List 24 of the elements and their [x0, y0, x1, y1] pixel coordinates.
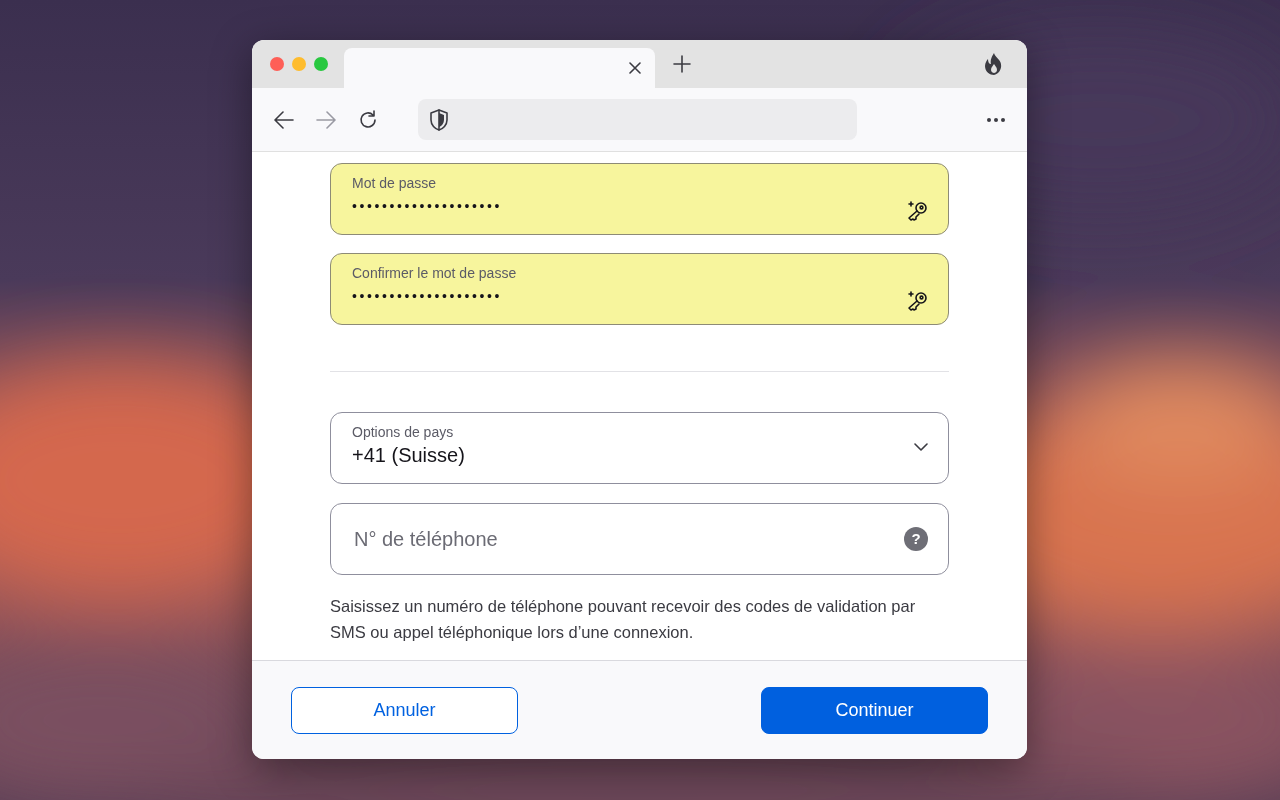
field-label: Options de pays — [352, 423, 455, 442]
password-value: •••••••••••••••••••• — [352, 197, 503, 217]
shield-icon — [428, 107, 450, 132]
continue-button[interactable]: Continuer — [761, 686, 988, 734]
new-tab-icon[interactable] — [673, 55, 691, 73]
key-icon[interactable] — [906, 200, 928, 222]
chevron-down-icon — [914, 443, 928, 451]
hint-text: Saisissez un numéro de téléphone pouvant recevoir des codes de validation par SMS ou appel téléphonique lors d’une connexion. — [330, 596, 917, 643]
cancel-button[interactable]: Annuler — [291, 686, 518, 734]
help-icon[interactable]: ? — [904, 527, 928, 551]
field-label: Confirmer le mot de passe — [352, 264, 517, 283]
country-select[interactable]: Options de pays +41 (Suisse) — [330, 412, 949, 484]
close-icon[interactable] — [629, 62, 641, 74]
phone-field[interactable]: N° de téléphone ? — [330, 503, 949, 575]
password-value: •••••••••••••••••••• — [352, 287, 504, 307]
reload-icon[interactable] — [358, 109, 378, 130]
field-label: Mot de passe — [352, 174, 438, 193]
more-icon[interactable] — [987, 117, 1005, 122]
back-icon[interactable] — [274, 110, 294, 129]
key-icon[interactable] — [906, 290, 928, 312]
password-field[interactable]: Confirmer le mot de passe •••••••••••••••••••• — [330, 253, 949, 325]
password-field[interactable]: Mot de passe •••••••••••••••••••• — [330, 163, 949, 235]
select-value: +41 (Suisse) — [352, 443, 465, 468]
flame-icon[interactable] — [985, 53, 1003, 75]
